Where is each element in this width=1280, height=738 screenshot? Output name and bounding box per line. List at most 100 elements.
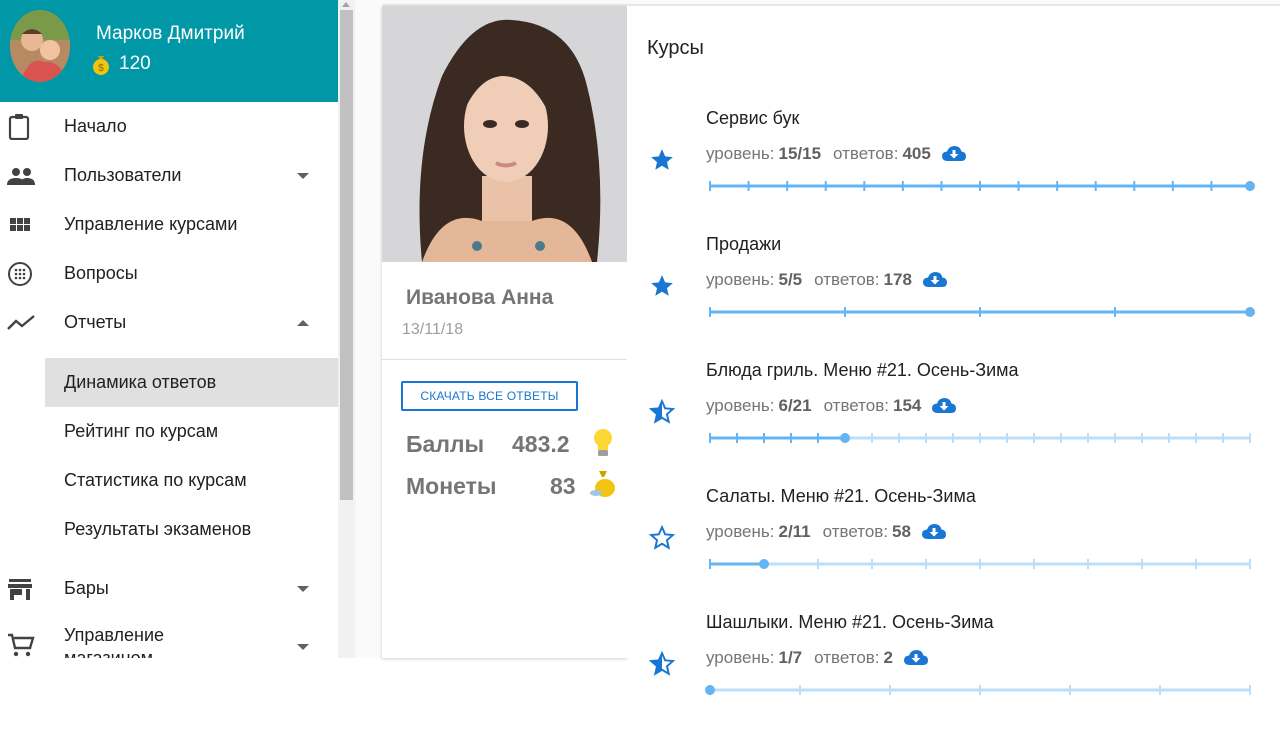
star-half-icon: [649, 399, 675, 424]
slider-thumb[interactable]: [759, 559, 769, 569]
svg-text:$: $: [98, 63, 104, 74]
nav-item-home[interactable]: Начало: [0, 102, 338, 151]
subnav-label: Рейтинг по курсам: [64, 421, 219, 441]
slider-thumb[interactable]: [840, 433, 850, 443]
user-name: Марков Дмитрий: [96, 23, 245, 44]
courses-panel: Курсы Сервис бук уровень: 15/15 ответов: 405…: [627, 6, 1280, 695]
subnav-exam-results[interactable]: Результаты экзаменов: [45, 505, 338, 554]
subnav-answers-dynamics[interactable]: Динамика ответов: [45, 358, 338, 407]
user-coins: $ 120: [92, 53, 151, 75]
level-value: 6/21: [778, 396, 812, 415]
course-meta: уровень: 15/15 ответов: 405: [706, 144, 967, 164]
answers-label: ответов:: [814, 270, 880, 289]
nav-item-store-management[interactable]: Управление магазином: [0, 622, 338, 658]
nav-label: Бары: [64, 578, 109, 598]
star-icon: [651, 275, 673, 296]
nav-item-course-management[interactable]: Управление курсами: [0, 200, 338, 249]
slider-thumb[interactable]: [1245, 307, 1255, 317]
nav-item-users[interactable]: Пользователи: [0, 151, 338, 200]
nav-item-questions[interactable]: Вопросы: [0, 249, 338, 298]
star-half-icon: [649, 651, 675, 676]
level-value: 2/11: [778, 522, 811, 541]
sidebar-header: Марков Дмитрий $ 120: [0, 0, 338, 102]
course-row[interactable]: Продажи уровень: 5/5 ответов: 178: [627, 234, 1280, 360]
course-level-slider[interactable]: [705, 682, 1258, 698]
course-level-slider[interactable]: [709, 304, 1258, 320]
answers-value: 178: [883, 270, 912, 289]
nav-label: Управление курсами: [64, 214, 238, 234]
nav-label: Отчеты: [64, 312, 127, 332]
profile-date: 13/11/18: [402, 321, 464, 338]
course-meta: уровень: 2/11 ответов: 58: [706, 522, 947, 542]
star-icon: [651, 149, 673, 170]
course-title[interactable]: Сервис бук: [706, 108, 799, 129]
avatar[interactable]: [10, 10, 70, 82]
answers-value: 58: [892, 522, 911, 541]
level-label: уровень:: [706, 522, 775, 541]
lightbulb-icon: [592, 427, 614, 464]
course-row[interactable]: Блюда гриль. Меню #21. Осень-Зима уровень…: [627, 360, 1280, 486]
level-label: уровень:: [706, 648, 775, 667]
people-icon: [6, 163, 36, 189]
card-divider: [382, 359, 627, 360]
answers-label: ответов:: [822, 522, 889, 541]
profile-name: Иванова Анна: [406, 286, 554, 309]
nav-label: Пользователи: [64, 165, 182, 185]
course-title[interactable]: Продажи: [706, 234, 781, 255]
points-label: Баллы: [406, 431, 485, 457]
nav-item-reports[interactable]: Отчеты: [0, 298, 338, 347]
chevron-down-icon[interactable]: [297, 172, 309, 179]
scroll-up-arrow-icon[interactable]: [342, 2, 350, 7]
course-level-slider[interactable]: [709, 556, 1258, 572]
cloud-download-icon[interactable]: [903, 648, 929, 668]
nav-item-bars[interactable]: Бары: [0, 564, 338, 613]
cloud-download-icon[interactable]: [941, 144, 967, 164]
subnav-label: Динамика ответов: [64, 372, 217, 392]
coins-value: 83: [550, 473, 576, 499]
answers-value: 405: [902, 144, 931, 163]
slider-thumb[interactable]: [705, 685, 715, 695]
coins-label: Монеты: [406, 473, 497, 499]
level-value: 5/5: [778, 270, 803, 289]
level-value: 1/7: [778, 648, 803, 667]
slider-thumb[interactable]: [1245, 181, 1255, 191]
cloud-download-icon[interactable]: [931, 396, 957, 416]
sidebar-scrollbar[interactable]: [338, 0, 355, 658]
answers-label: ответов:: [814, 648, 880, 667]
money-bag-icon: $: [92, 53, 110, 75]
trending-icon: [6, 310, 36, 336]
clipboard-icon: [6, 114, 36, 141]
course-row[interactable]: Салаты. Меню #21. Осень-Зима уровень: 2/11…: [627, 486, 1280, 612]
course-title[interactable]: Шашлыки. Меню #21. Осень-Зима: [706, 612, 994, 633]
course-level-slider[interactable]: [709, 178, 1258, 194]
level-label: уровень:: [706, 144, 775, 163]
course-level-slider[interactable]: [709, 430, 1258, 446]
subnav-course-statistics[interactable]: Статистика по курсам: [45, 456, 338, 505]
cloud-download-icon[interactable]: [921, 522, 947, 542]
download-all-answers-button[interactable]: СКАЧАТЬ ВСЕ ОТВЕТЫ: [401, 381, 578, 411]
cloud-download-icon[interactable]: [922, 270, 948, 290]
chevron-down-icon[interactable]: [297, 585, 309, 592]
course-row[interactable]: Сервис бук уровень: 15/15 ответов: 405: [627, 108, 1280, 234]
course-row[interactable]: Шашлыки. Меню #21. Осень-Зима уровень: 1/7…: [627, 612, 1280, 738]
level-label: уровень:: [706, 270, 775, 289]
answers-label: ответов:: [823, 396, 889, 415]
chevron-up-icon[interactable]: [297, 319, 309, 326]
course-meta: уровень: 6/21 ответов: 154: [706, 396, 957, 416]
grid-icon: [6, 212, 36, 238]
scrollbar-thumb[interactable]: [340, 10, 353, 500]
course-title[interactable]: Блюда гриль. Меню #21. Осень-Зима: [706, 360, 1019, 381]
dots-circle-icon: [6, 261, 36, 287]
star-outline-icon: [649, 525, 675, 550]
nav-label: Вопросы: [64, 263, 138, 283]
subnav-course-rating[interactable]: Рейтинг по курсам: [45, 407, 338, 456]
sidebar: Марков Дмитрий $ 120 Начало Пользователи…: [0, 0, 338, 658]
course-title[interactable]: Салаты. Меню #21. Осень-Зима: [706, 486, 976, 507]
chevron-down-icon[interactable]: [297, 644, 309, 650]
answers-label: ответов:: [833, 144, 899, 163]
profile-card: Иванова Анна 13/11/18 СКАЧАТЬ ВСЕ ОТВЕТЫ…: [382, 6, 627, 658]
level-value: 15/15: [778, 144, 822, 163]
courses-title: Курсы: [647, 37, 704, 59]
money-bag-icon: [589, 468, 617, 503]
points-value: 483.2: [512, 431, 570, 457]
